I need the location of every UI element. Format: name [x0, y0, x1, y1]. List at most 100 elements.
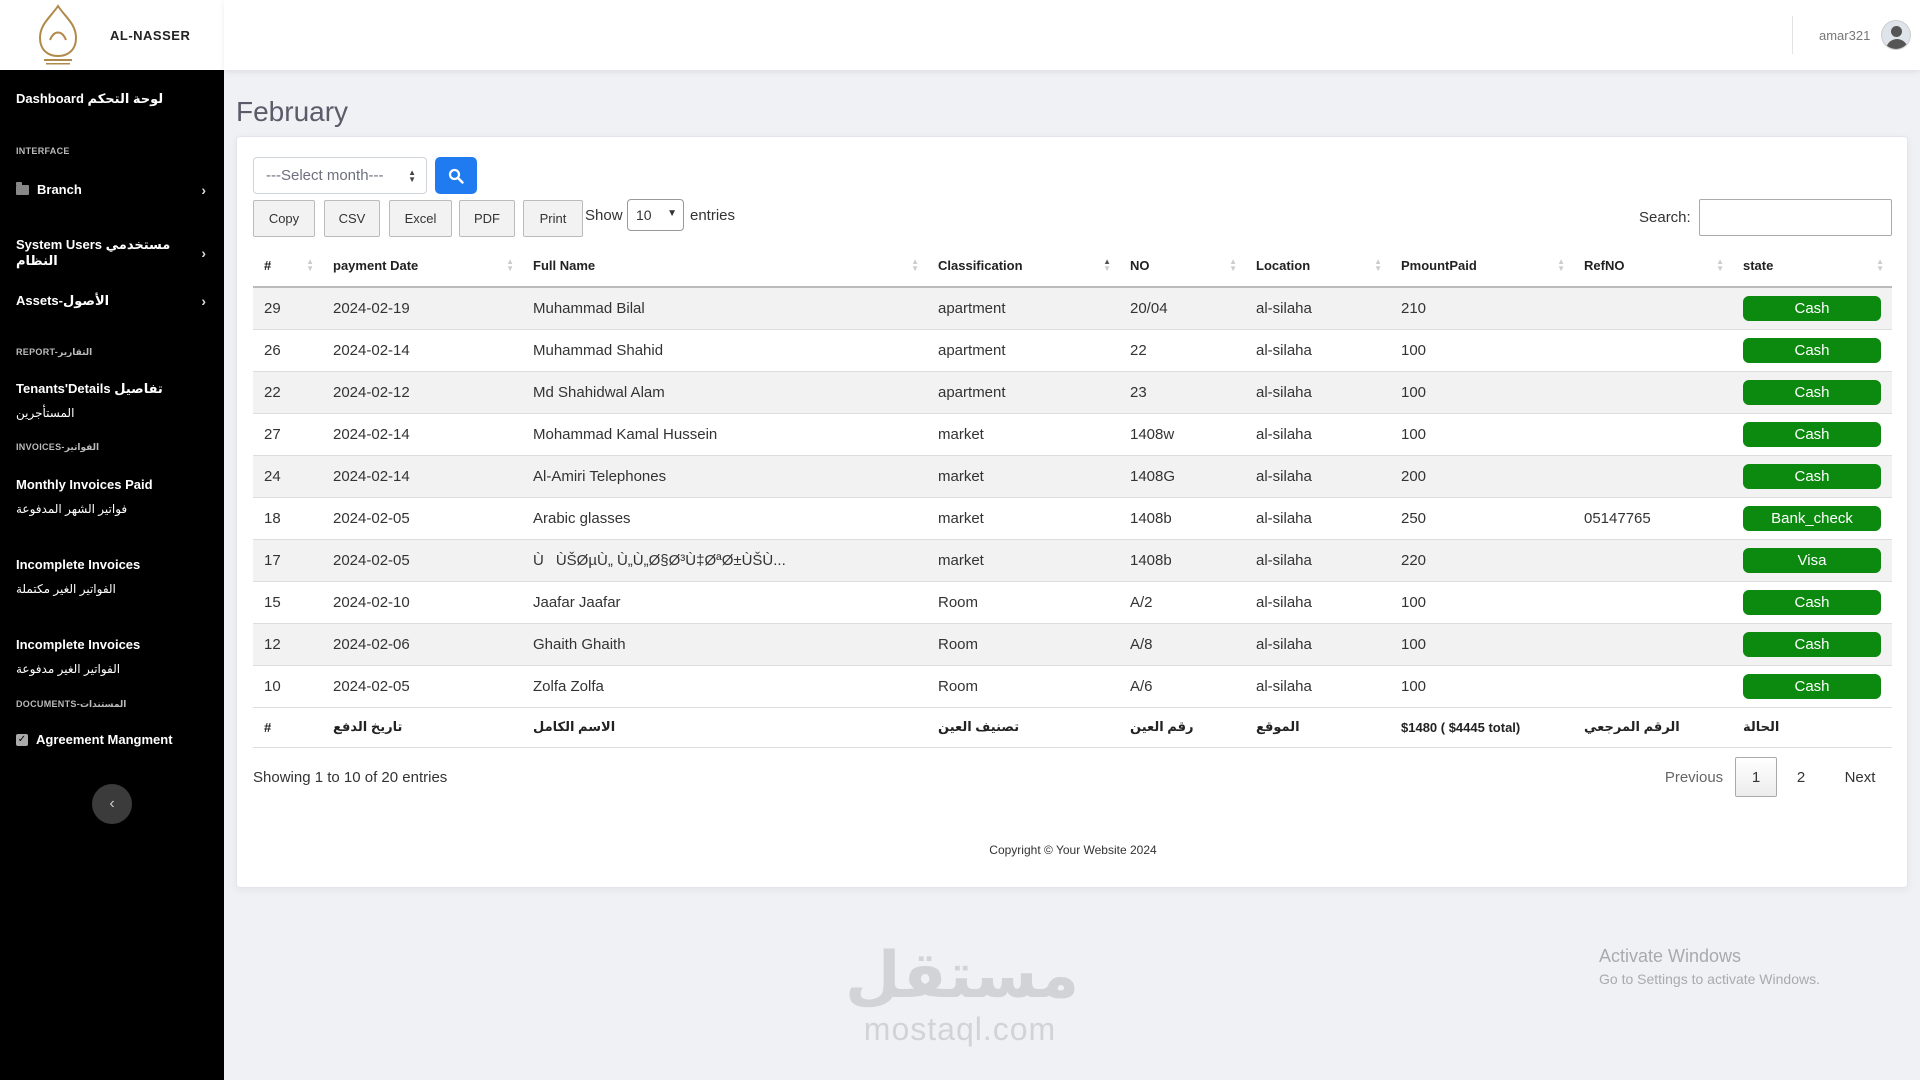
column-header[interactable]: # ▲ ▼: [253, 245, 322, 288]
sidebar-item-monthly-invoices[interactable]: Monthly Invoices Paid فواتير الشهر المدف…: [16, 473, 206, 521]
chevron-right-icon: ›: [201, 293, 206, 309]
user-name[interactable]: amar321: [1819, 28, 1870, 43]
filter-search-button[interactable]: [435, 157, 477, 194]
excel-button[interactable]: Excel: [389, 200, 452, 237]
table-cell: Cash: [1732, 287, 1892, 330]
csv-button[interactable]: CSV: [324, 200, 380, 237]
sidebar-item-agreement[interactable]: ✓ Agreement Mangment: [16, 732, 206, 747]
table-cell: Mohammad Kamal Hussein: [522, 413, 927, 456]
sidebar-toggle-button[interactable]: ‹: [92, 784, 132, 824]
table-row[interactable]: 17 2024-02-05 ÙÙŠØµÙ„ Ù„Ù„Ø§Ø³Ù‡ØªØ±ÙŠÙ..…: [253, 539, 1892, 582]
sidebar-item-tenants[interactable]: Tenants'Details تفاصيل المستأجرين: [16, 377, 206, 425]
watermark-english: mostaql.com: [863, 1011, 1057, 1047]
status-badge: Cash: [1743, 295, 1881, 321]
table-cell: 2024-02-05: [322, 539, 522, 582]
table-cell: 210: [1390, 287, 1573, 330]
column-header[interactable]: Location ▲ ▼: [1245, 245, 1390, 288]
table-row[interactable]: 15 2024-02-10 Jaafar Jaafar Room A/2 al-silah…: [253, 581, 1892, 624]
sidebar-item-dashboard[interactable]: Dashboard لوحة التحكم: [16, 91, 206, 107]
table-row[interactable]: 12 2024-02-06 Ghaith Ghaith Room A/8 al-silah…: [253, 623, 1892, 666]
status-badge: Cash: [1743, 337, 1881, 363]
table-row[interactable]: 18 2024-02-05 Arabic glasses market 1408b al-…: [253, 497, 1892, 540]
brand[interactable]: AL-NASSER: [0, 0, 224, 70]
table-cell: 250: [1390, 497, 1573, 540]
table-cell: [1573, 413, 1732, 456]
brand-name: AL-NASSER: [110, 27, 191, 43]
table-row[interactable]: 10 2024-02-05 Zolfa Zolfa Room A/6 al-silaha 1…: [253, 665, 1892, 708]
search-input[interactable]: [1699, 199, 1892, 236]
page-title: February: [236, 96, 349, 127]
table-cell: Muhammad Bilal: [522, 287, 927, 330]
table-cell: A/8: [1119, 623, 1245, 666]
table-cell: Zolfa Zolfa: [522, 665, 927, 708]
table-cell: apartment: [927, 371, 1119, 414]
status-badge: Bank_check: [1743, 505, 1881, 531]
sidebar-item-branch[interactable]: Branch ›: [16, 181, 206, 198]
entries-length-select[interactable]: 10 ▼: [627, 199, 684, 231]
sidebar-item-label: Branch: [37, 182, 82, 197]
table-cell: [1573, 665, 1732, 708]
sidebar-item-sublabel: الفواتير الغير مكتملة: [16, 582, 116, 596]
table-footer-row: # تاريخ الدفع الاسم الكامل تصنيف العين رقم ا…: [253, 706, 1892, 748]
sidebar-item-system-users[interactable]: System Users مستخدمي النظام ›: [16, 237, 206, 269]
table-row[interactable]: 29 2024-02-19 Muhammad Bilal apartment 20/04…: [253, 287, 1892, 330]
table-cell: Muhammad Shahid: [522, 329, 927, 372]
sidebar-item-sublabel: الفواتير الغير مدفوعة: [16, 662, 121, 676]
status-badge: Cash: [1743, 673, 1881, 699]
table-cell: Jaafar Jaafar: [522, 581, 927, 624]
pagination-previous[interactable]: Previous: [1649, 757, 1739, 797]
activate-title: Activate Windows: [1599, 946, 1742, 966]
avatar[interactable]: [1881, 20, 1911, 50]
column-header[interactable]: payment Date ▲ ▼: [322, 245, 522, 288]
column-header[interactable]: PmountPaid ▲ ▼: [1390, 245, 1573, 288]
table-cell: Cash: [1732, 455, 1892, 498]
column-header[interactable]: state ▲ ▼: [1732, 245, 1892, 288]
pagination-page-2[interactable]: 2: [1781, 757, 1821, 797]
sidebar-item-unpaid-invoices[interactable]: Incomplete Invoices الفواتير الغير مدفوع…: [16, 633, 206, 681]
table-row[interactable]: 26 2024-02-14 Muhammad Shahid apartment 22 al…: [253, 329, 1892, 372]
table-cell: 2024-02-14: [322, 329, 522, 372]
table-cell: [1573, 455, 1732, 498]
table-cell: Al-Amiri Telephones: [522, 455, 927, 498]
column-header[interactable]: Classification ▲ ▼: [927, 245, 1119, 288]
chevron-right-icon: ›: [201, 245, 206, 261]
table-info: Showing 1 to 10 of 20 entries: [253, 769, 448, 786]
table-cell: Cash: [1732, 413, 1892, 456]
sidebar-item-label: Tenants'Details تفاصيل: [16, 381, 163, 396]
sidebar-item-assets[interactable]: Assets-الأصول ›: [16, 293, 206, 309]
pagination-next[interactable]: Next: [1825, 757, 1895, 797]
footer-cell: الموقع: [1245, 706, 1390, 748]
print-button[interactable]: Print: [523, 200, 583, 237]
sort-icon: ▲ ▼: [1374, 257, 1382, 273]
column-header[interactable]: NO ▲ ▼: [1119, 245, 1245, 288]
topbar: amar321: [224, 0, 1920, 70]
pagination-page-1[interactable]: 1: [1735, 757, 1777, 797]
table-cell: Room: [927, 623, 1119, 666]
table-row[interactable]: 27 2024-02-14 Mohammad Kamal Hussein market…: [253, 413, 1892, 456]
column-header[interactable]: Full Name ▲ ▼: [522, 245, 927, 288]
table-row[interactable]: 24 2024-02-14 Al-Amiri Telephones market 140…: [253, 455, 1892, 498]
copy-button[interactable]: Copy: [253, 200, 315, 237]
table-cell: al-silaha: [1245, 497, 1390, 540]
table-cell: 2024-02-06: [322, 623, 522, 666]
table-cell: Cash: [1732, 665, 1892, 708]
sidebar-heading-report: REPORT-التقارير: [16, 347, 93, 357]
sidebar-heading-invoices: INVOICES-الفواتير: [16, 442, 100, 452]
column-header[interactable]: RefNO ▲ ▼: [1573, 245, 1732, 288]
table-cell: 100: [1390, 371, 1573, 414]
footer-cell: الحالة: [1732, 706, 1892, 748]
table-cell: [1573, 581, 1732, 624]
sidebar-item-incomplete-invoices[interactable]: Incomplete Invoices الفواتير الغير مكتمل…: [16, 553, 206, 601]
status-badge: Cash: [1743, 463, 1881, 489]
table-cell: 2024-02-05: [322, 497, 522, 540]
sidebar: AL-NASSER Dashboard لوحة التحكم INTERFAC…: [0, 0, 224, 1080]
pdf-button[interactable]: PDF: [459, 200, 515, 237]
table-row[interactable]: 22 2024-02-12 Md Shahidwal Alam apartment 23…: [253, 371, 1892, 414]
invoices-card: ---Select month--- ▲ ▼ Copy CSV Excel PDF…: [236, 136, 1908, 888]
table-cell: 200: [1390, 455, 1573, 498]
table-cell: al-silaha: [1245, 371, 1390, 414]
column-header-label: Full Name: [533, 258, 596, 273]
sort-icon: ▲ ▼: [506, 257, 514, 273]
month-select[interactable]: ---Select month--- ▲ ▼: [253, 157, 427, 194]
table-cell: 2024-02-14: [322, 413, 522, 456]
